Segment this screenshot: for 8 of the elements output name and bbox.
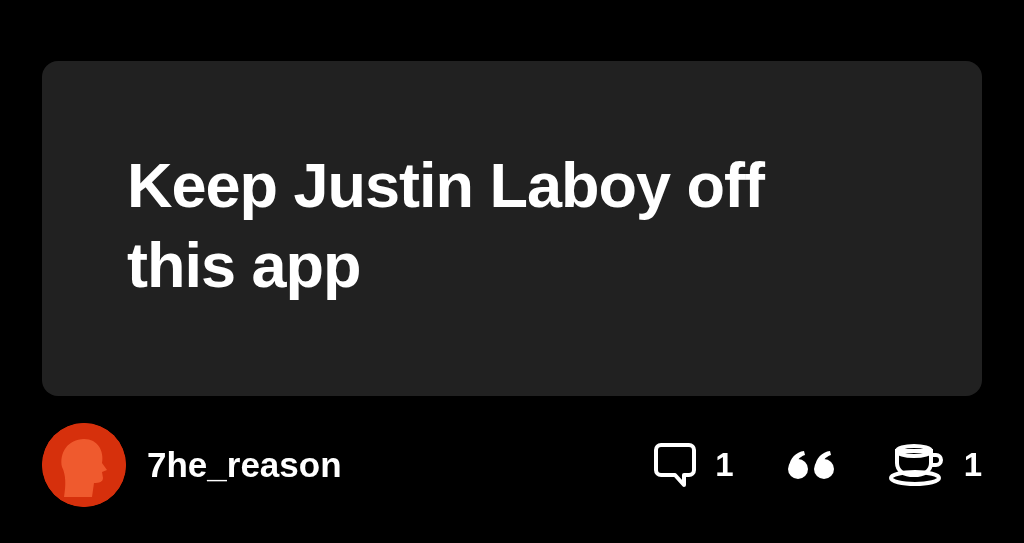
comment-icon bbox=[653, 442, 698, 488]
username[interactable]: 7he_reason bbox=[147, 445, 602, 485]
quote-icon bbox=[785, 450, 836, 480]
count: 1 bbox=[715, 446, 734, 484]
teacup-icon bbox=[887, 443, 946, 487]
count: 1 bbox=[963, 446, 982, 484]
avatar[interactable] bbox=[42, 423, 126, 507]
post-text: Keep Justin Laboy off this app bbox=[127, 149, 766, 302]
